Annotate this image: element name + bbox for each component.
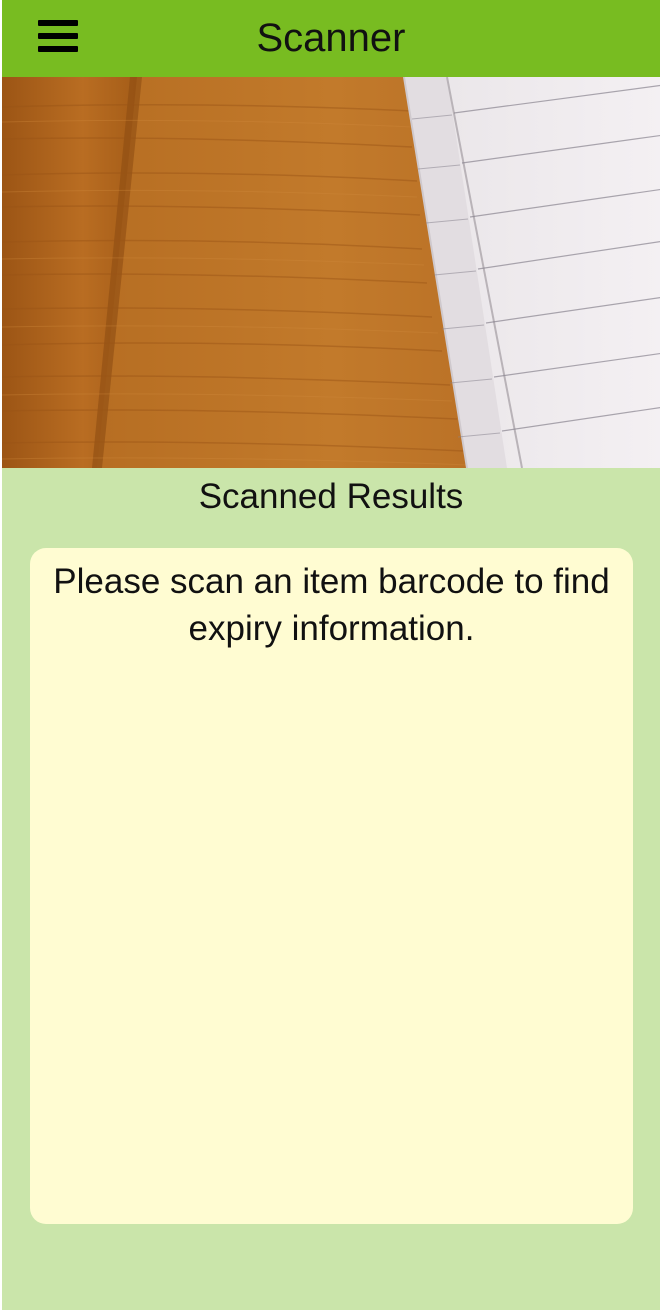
results-message: Please scan an item barcode to find expi… [53, 562, 610, 648]
camera-preview [2, 77, 660, 468]
page-title: Scanner [256, 16, 406, 60]
app-header: Scanner [2, 0, 660, 77]
results-heading: Scanned Results [198, 477, 464, 516]
scanner-screen: Scanner Scanned Results Please scan an i… [0, 0, 662, 1310]
results-card: Please scan an item barcode to find expi… [30, 548, 633, 1224]
